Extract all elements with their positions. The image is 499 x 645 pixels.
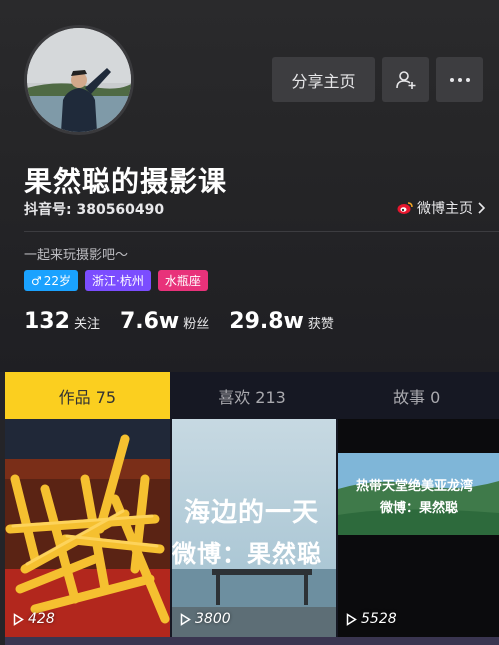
following-stat[interactable]: 132 关注 [24,309,100,334]
next-row-peek [5,637,499,645]
bio-text: 一起来玩摄影吧～ [24,248,129,263]
video-author-overlay: 微博：果然聪 [172,540,322,568]
followers-label: 粉丝 [183,317,210,332]
video-title-overlay: 海边的一天 [184,498,320,528]
profile-tags: ♂ 22岁 浙江·杭州 水瓶座 [24,270,208,291]
avatar-photo [27,28,131,132]
more-button[interactable] [436,57,483,102]
video-card[interactable]: 海边的一天 微博：果然聪 3800 [172,419,336,637]
likes-stat[interactable]: 29.8w 获赞 [229,309,334,334]
play-icon [180,612,191,626]
followers-count: 7.6w [119,309,180,334]
video-card[interactable]: 428 [5,419,170,637]
divider [24,231,499,232]
tab-stories[interactable]: 故事 0 [334,372,499,419]
video-thumbnail-tropical [338,419,499,637]
followers-stat[interactable]: 7.6w 粉丝 [120,309,209,334]
avatar[interactable] [24,25,134,135]
weibo-link-label: 微博主页 [417,201,473,217]
video-grid: 428 海边的一天 微博：果然聪 3800 热带天堂绝美亚龙湾 微博：果然聪 5… [5,419,499,645]
profile-name: 果然聪的摄影课 [24,165,228,198]
male-icon: ♂ [31,273,42,288]
chevron-right-icon [478,202,485,214]
content-tabs: 作品 75 喜欢 213 故事 0 [5,372,499,419]
view-count-value: 3800 [195,611,231,627]
gender-age-tag: ♂ 22岁 [24,270,79,291]
share-profile-button[interactable]: 分享主页 [272,57,375,102]
likes-label: 获赞 [307,317,334,332]
zodiac-tag: 水瓶座 [157,270,208,291]
play-icon [346,612,357,626]
view-count-value: 428 [28,611,55,627]
profile-stats: 132 关注 7.6w 粉丝 29.8w 获赞 [24,309,354,334]
following-count: 132 [24,309,70,334]
video-author-overlay: 微博：果然聪 [380,501,459,516]
more-icon [449,77,470,82]
video-title-overlay: 热带天堂绝美亚龙湾 [356,479,474,494]
tab-likes[interactable]: 喜欢 213 [170,372,335,419]
view-count-value: 5528 [361,611,397,627]
add-friend-button[interactable] [382,57,429,102]
tab-works[interactable]: 作品 75 [5,372,170,419]
view-count: 428 [13,611,55,627]
following-label: 关注 [73,317,100,332]
video-card[interactable]: 热带天堂绝美亚龙湾 微博：果然聪 5528 [338,419,499,637]
location-tag: 浙江·杭州 [85,270,151,291]
play-icon [13,612,24,626]
view-count: 3800 [180,611,231,627]
weibo-profile-link[interactable]: 微博主页 [397,198,485,218]
video-thumbnail-fries [5,419,170,637]
douyin-id: 抖音号: 380560490 [24,202,165,218]
add-user-icon [395,70,415,89]
weibo-icon [397,202,413,214]
age-label: 22岁 [43,274,72,288]
view-count: 5528 [346,611,397,627]
likes-count: 29.8w [229,309,304,334]
